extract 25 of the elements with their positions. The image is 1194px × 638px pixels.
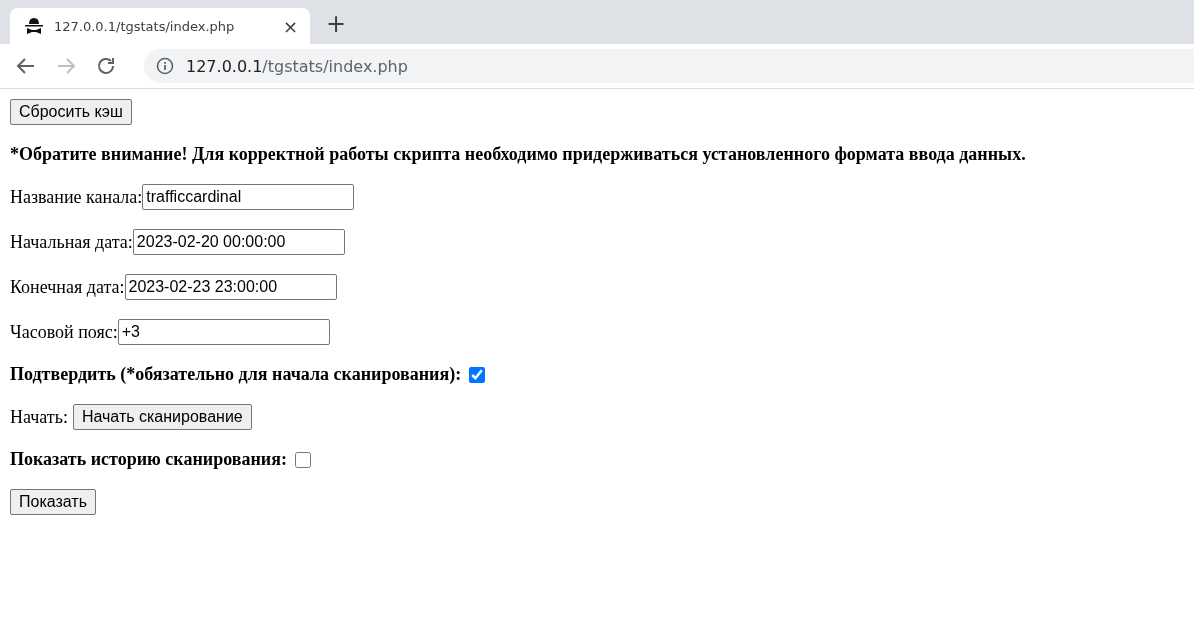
checkbox[interactable] — [294, 451, 311, 468]
button-label: Начать: — [10, 406, 68, 428]
field-label: Название канала: — [10, 186, 143, 208]
browser-tab[interactable]: 127.0.0.1/tgstats/index.php × — [10, 8, 310, 44]
input-field[interactable]: +3 — [117, 319, 330, 345]
action-button[interactable]: Сбросить кэш — [10, 99, 132, 125]
notice-text: *Обратите внимание! Для корректной работы скрипта необходимо придерживаться установленного формата ввода данных. — [10, 144, 1026, 165]
close-tab-button[interactable]: × — [282, 15, 298, 37]
address-bar[interactable]: 127.0.0.1/tgstats/index.php — [144, 49, 1194, 83]
input-field[interactable]: 2023-02-23 23:00:00 — [124, 274, 337, 300]
field-label: Начальная дата: — [10, 231, 133, 253]
new-tab-button[interactable]: + — [326, 10, 347, 38]
spy-icon — [24, 17, 44, 35]
checkbox-label: Подтвердить (*обязательно для начала сканирования): — [10, 364, 462, 385]
checkbox-label: Показать историю сканирования: — [10, 449, 287, 470]
field-label: Часовой пояс: — [10, 321, 118, 343]
info-icon — [156, 57, 174, 75]
input-field[interactable]: trafficcardinal — [142, 184, 355, 210]
url-text: 127.0.0.1/tgstats/index.php — [186, 56, 408, 76]
start-scan-button[interactable]: Начать сканирование — [72, 404, 252, 430]
action-button[interactable]: Показать — [10, 489, 96, 515]
checkbox[interactable] — [469, 366, 486, 383]
field-label: Конечная дата: — [10, 276, 125, 298]
input-field[interactable]: 2023-02-20 00:00:00 — [132, 229, 345, 255]
tab-title: 127.0.0.1/tgstats/index.php — [54, 18, 236, 34]
